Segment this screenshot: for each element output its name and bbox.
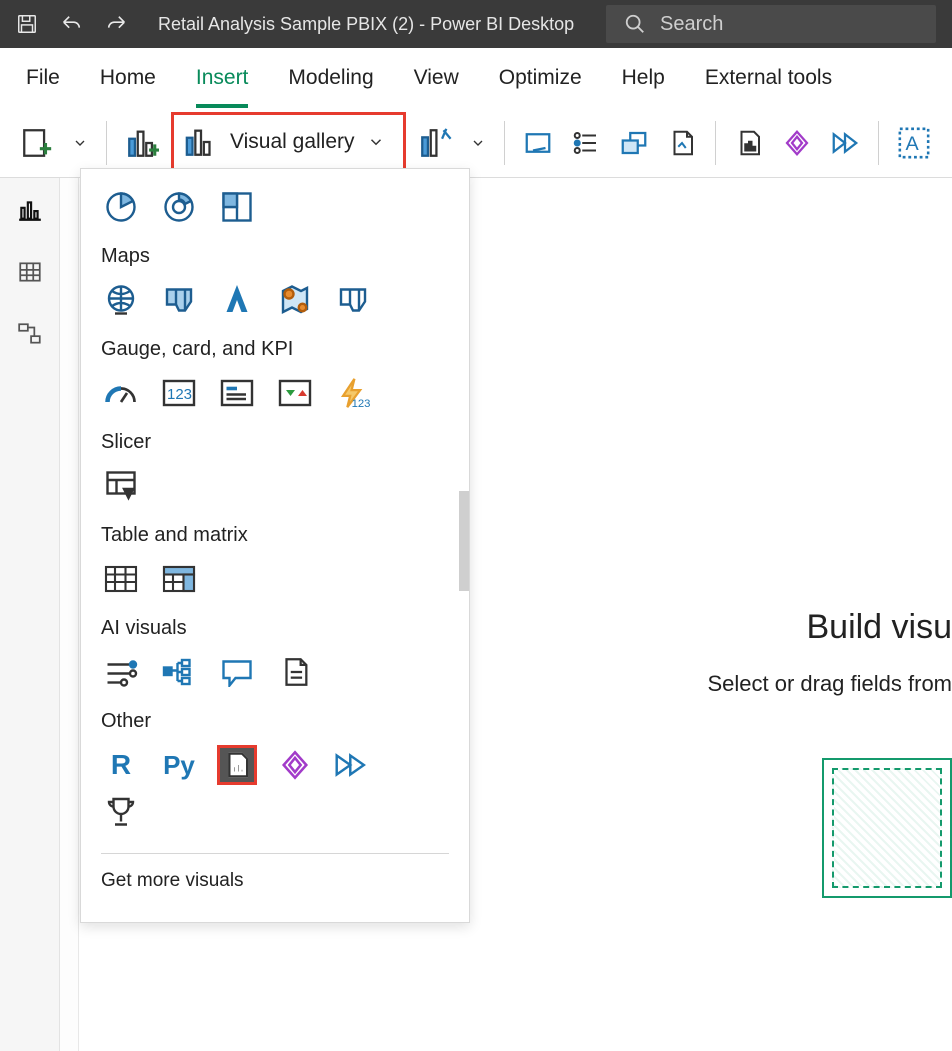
shapes-button[interactable] xyxy=(613,124,655,162)
section-table: Table and matrix xyxy=(101,524,449,547)
sparkline-button[interactable]: A xyxy=(891,122,937,164)
text-box-button[interactable] xyxy=(517,124,559,162)
section-gauge: Gauge, card, and KPI xyxy=(101,338,449,361)
menu-modeling[interactable]: Modeling xyxy=(288,66,373,90)
new-card-icon[interactable]: 123 xyxy=(333,373,373,413)
gauge-icon[interactable] xyxy=(101,373,141,413)
new-page-button[interactable] xyxy=(14,122,60,164)
title-bar: Retail Analysis Sample PBIX (2) - Power … xyxy=(0,0,952,48)
section-maps: Maps xyxy=(101,245,449,268)
dropdown-divider xyxy=(101,853,449,854)
smart-narrative-icon[interactable] xyxy=(275,652,315,692)
card-icon[interactable]: 123 xyxy=(159,373,199,413)
goals-icon[interactable] xyxy=(101,791,141,831)
arcgis-map-icon[interactable] xyxy=(275,280,315,320)
redo-icon[interactable] xyxy=(104,13,130,35)
azure-map-icon[interactable] xyxy=(217,280,257,320)
search-box[interactable]: Search xyxy=(606,5,936,43)
save-icon[interactable] xyxy=(16,13,38,35)
menu-bar: File Home Insert Modeling View Optimize … xyxy=(0,48,952,108)
section-ai: AI visuals xyxy=(101,617,449,640)
key-influencers-icon[interactable] xyxy=(101,652,141,692)
chevron-down-icon[interactable] xyxy=(464,131,492,155)
visual-gallery-dropdown: Maps Gauge, card, and KPI 123 123 Slicer… xyxy=(80,168,470,923)
menu-external-tools[interactable]: External tools xyxy=(705,66,832,90)
window-title: Retail Analysis Sample PBIX (2) - Power … xyxy=(158,14,606,35)
search-icon xyxy=(624,13,646,35)
visual-placeholder[interactable] xyxy=(822,758,952,898)
view-switcher xyxy=(0,178,60,1051)
section-other: Other xyxy=(101,710,449,733)
menu-insert[interactable]: Insert xyxy=(196,66,249,90)
visual-gallery-label: Visual gallery xyxy=(230,130,355,154)
svg-text:A: A xyxy=(905,133,919,155)
filled-map-icon[interactable] xyxy=(159,280,199,320)
paginated-report-button[interactable] xyxy=(728,124,770,162)
power-automate-button[interactable] xyxy=(824,124,866,162)
matrix-icon[interactable] xyxy=(159,559,199,599)
kpi-icon[interactable] xyxy=(275,373,315,413)
menu-view[interactable]: View xyxy=(414,66,459,90)
get-more-visuals[interactable]: Get more visuals xyxy=(101,870,449,892)
ribbon-divider xyxy=(878,121,879,165)
map-globe-icon[interactable] xyxy=(101,280,141,320)
section-slicer: Slicer xyxy=(101,431,449,454)
visual-placeholder-inner xyxy=(832,768,942,888)
data-view-button[interactable] xyxy=(12,254,48,290)
search-placeholder: Search xyxy=(660,13,723,36)
chevron-down-icon[interactable] xyxy=(66,131,94,155)
slicer-icon[interactable] xyxy=(101,466,141,506)
scrollbar[interactable] xyxy=(459,491,469,591)
python-visual-icon[interactable]: Py xyxy=(159,745,199,785)
power-automate-visual-icon[interactable] xyxy=(333,745,373,785)
ribbon-divider xyxy=(504,121,505,165)
shape-map-icon[interactable] xyxy=(333,280,373,320)
report-view-button[interactable] xyxy=(12,192,48,228)
build-visual-prompt: Build visu Select or drag fields from xyxy=(677,608,952,697)
decomposition-tree-icon[interactable] xyxy=(159,652,199,692)
build-subtitle: Select or drag fields from xyxy=(707,671,952,697)
visual-gallery-icon xyxy=(184,125,218,159)
table-icon[interactable] xyxy=(101,559,141,599)
chevron-down-icon xyxy=(367,133,385,151)
multi-row-card-icon[interactable] xyxy=(217,373,257,413)
power-apps-button[interactable] xyxy=(776,124,818,162)
svg-text:123: 123 xyxy=(352,398,371,410)
menu-optimize[interactable]: Optimize xyxy=(499,66,582,90)
power-apps-visual-icon[interactable] xyxy=(275,745,315,785)
treemap-icon[interactable] xyxy=(217,187,257,227)
menu-home[interactable]: Home xyxy=(100,66,156,90)
menu-help[interactable]: Help xyxy=(622,66,665,90)
build-title: Build visu xyxy=(707,608,952,647)
menu-file[interactable]: File xyxy=(26,66,60,90)
buttons-button[interactable] xyxy=(565,124,607,162)
new-visual-button[interactable] xyxy=(119,122,165,164)
donut-chart-icon[interactable] xyxy=(159,187,199,227)
ribbon-divider xyxy=(106,121,107,165)
pie-chart-icon[interactable] xyxy=(101,187,141,227)
ribbon-divider xyxy=(715,121,716,165)
more-visuals-button[interactable] xyxy=(412,122,458,164)
paginated-report-visual-icon[interactable] xyxy=(217,745,257,785)
qa-icon[interactable] xyxy=(217,652,257,692)
svg-text:123: 123 xyxy=(167,386,192,403)
visual-gallery-button[interactable]: Visual gallery xyxy=(171,112,406,172)
r-visual-icon[interactable]: R xyxy=(101,745,141,785)
model-view-button[interactable] xyxy=(12,316,48,352)
image-button[interactable] xyxy=(661,124,703,162)
undo-icon[interactable] xyxy=(58,13,84,35)
